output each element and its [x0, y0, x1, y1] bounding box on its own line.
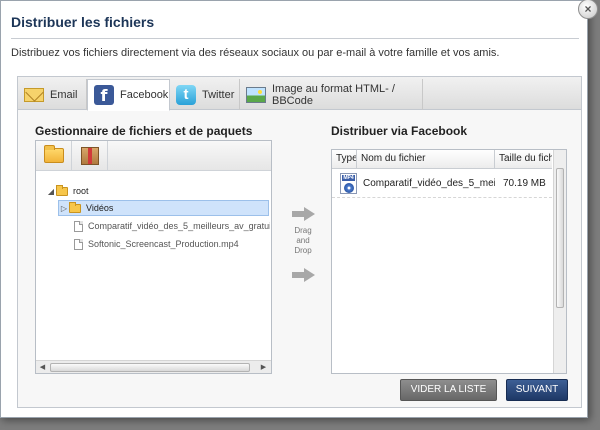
tree-file-label: Comparatif_vidéo_des_5_meilleurs_av_grat…	[88, 221, 270, 231]
dialog-description: Distribuez vos fichiers directement via …	[11, 47, 500, 59]
tab-twitter[interactable]: t Twitter	[170, 79, 240, 110]
tab-facebook-label: Facebook	[120, 89, 169, 101]
file-icon	[74, 238, 83, 250]
arrow-right-icon	[292, 268, 316, 282]
facebook-icon: f	[94, 85, 114, 105]
horizontal-scrollbar[interactable]: ◀ ▶	[36, 360, 271, 373]
tab-bar: Email f Facebook t Twitter Image au form…	[18, 77, 581, 111]
file-icon	[74, 220, 83, 232]
tab-twitter-label: Twitter	[202, 88, 235, 101]
collapse-icon[interactable]: ◢	[46, 187, 56, 196]
close-icon[interactable]: ×	[578, 0, 598, 19]
tree-file-label: Softonic_Screencast_Production.mp4	[88, 239, 239, 249]
dialog-title: Distribuer les fichiers	[11, 14, 155, 30]
arrow-right-icon	[292, 207, 316, 221]
tree-root-label: root	[73, 186, 89, 196]
tab-content: Gestionnaire de fichiers et de paquets ◢…	[18, 111, 581, 407]
file-list-row[interactable]: MP4 Comparatif_vidéo_des_5_meill 70.19 M…	[332, 170, 552, 198]
folder-button[interactable]	[36, 141, 72, 170]
distribution-panel: Email f Facebook t Twitter Image au form…	[17, 76, 582, 408]
file-list-header: Type Nom du fichier Taille du fichi	[332, 150, 552, 169]
twitter-icon: t	[176, 84, 196, 105]
scrollbar-thumb[interactable]	[50, 363, 250, 372]
column-filesize[interactable]: Taille du fichi	[495, 150, 552, 169]
file-manager-box: ◢ root ▷ Vidéos Comparatif_vidéo_des_5_m…	[35, 140, 272, 374]
title-separator	[11, 38, 579, 39]
next-button[interactable]: SUIVANT	[506, 379, 568, 401]
tab-email-label: Email	[50, 88, 78, 101]
facebook-panel-title: Distribuer via Facebook	[331, 124, 468, 138]
file-manager-toolbar	[36, 141, 271, 171]
scroll-left-icon[interactable]: ◀	[37, 362, 48, 373]
package-button[interactable]	[72, 141, 108, 170]
column-filename[interactable]: Nom du fichier	[357, 150, 495, 169]
email-icon	[24, 87, 44, 102]
file-name: Comparatif_vidéo_des_5_meill	[363, 178, 495, 189]
file-manager-title: Gestionnaire de fichiers et de paquets	[35, 124, 253, 138]
tab-image-label: Image au format HTML- / BBCode	[272, 82, 395, 107]
column-type[interactable]: Type	[332, 150, 357, 169]
facebook-drop-zone[interactable]: Type Nom du fichier Taille du fichi MP4 …	[331, 149, 567, 374]
folder-icon	[56, 184, 68, 196]
file-size: 70.19 MB	[503, 178, 546, 189]
tab-facebook[interactable]: f Facebook	[87, 79, 170, 111]
image-icon	[246, 86, 266, 103]
folder-icon	[43, 145, 64, 163]
distribute-files-dialog: Distribuer les fichiers × Distribuez vos…	[0, 0, 598, 418]
tree-file[interactable]: Softonic_Screencast_Production.mp4	[74, 236, 270, 252]
tab-email[interactable]: Email	[18, 79, 87, 110]
tree-file[interactable]: Comparatif_vidéo_des_5_meilleurs_av_grat…	[74, 218, 270, 234]
tab-image-html-bbcode[interactable]: Image au format HTML- / BBCode	[240, 79, 423, 110]
clear-list-button[interactable]: VIDER LA LISTE	[400, 379, 497, 401]
scroll-right-icon[interactable]: ▶	[258, 362, 269, 373]
tree-folder-label: Vidéos	[86, 203, 114, 213]
vertical-scrollbar[interactable]	[553, 150, 566, 373]
expand-icon[interactable]: ▷	[59, 204, 69, 213]
package-icon	[80, 146, 99, 165]
drag-and-drop-hint: Drag and Drop	[294, 226, 312, 255]
mp4-file-icon: MP4	[340, 173, 357, 194]
scrollbar-thumb[interactable]	[556, 168, 564, 308]
tree-folder-videos[interactable]: ▷ Vidéos	[58, 200, 269, 216]
folder-icon	[69, 201, 81, 213]
tree-root[interactable]: ◢ root	[46, 183, 246, 199]
